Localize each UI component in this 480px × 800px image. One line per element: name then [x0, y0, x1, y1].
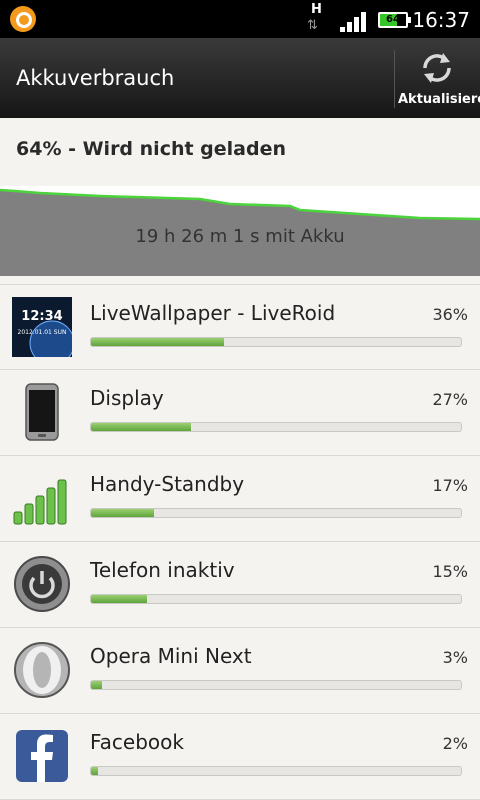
refresh-button[interactable]: Aktualisieren [396, 38, 480, 118]
list-item-livewallpaper[interactable]: 12:34 2012.01.01 SUN LiveWallpaper - Liv… [0, 284, 480, 370]
usage-bar [90, 337, 462, 347]
page-title: Akkuverbrauch [16, 66, 175, 90]
battery-icon: 64 [378, 12, 411, 28]
list-item-display[interactable]: Display 27% [0, 370, 480, 456]
signal-strength-icon [340, 10, 370, 32]
battery-graph-label: 19 h 26 m 1 s mit Akku [135, 226, 345, 247]
action-bar: Akkuverbrauch Aktualisieren [0, 38, 480, 118]
usage-bar-fill [91, 681, 103, 689]
usage-bar-fill [91, 595, 147, 603]
wallpaper-date: 2012.01.01 SUN [18, 329, 67, 336]
app-name: Telefon inaktiv [90, 558, 235, 582]
usage-bar-fill [91, 423, 191, 431]
app-name: LiveWallpaper - LiveRoid [90, 301, 336, 325]
list-item-handy-standby[interactable]: Handy-Standby 17% [0, 456, 480, 542]
status-bar: H ⇅ 64 16:37 [0, 0, 480, 38]
list-item-opera-mini[interactable]: Opera Mini Next 3% [0, 628, 480, 714]
refresh-label: Aktualisieren [398, 92, 480, 107]
app-percent: 27% [432, 390, 468, 409]
battery-graph[interactable]: 19 h 26 m 1 s mit Akku [0, 186, 480, 276]
app-name: Facebook [90, 730, 184, 754]
list-item-telefon-inaktiv[interactable]: Telefon inaktiv 15% [0, 542, 480, 628]
action-divider [394, 50, 395, 108]
battery-status-text: 64% - Wird nicht geladen [16, 138, 287, 160]
usage-bar [90, 766, 462, 776]
usage-bar-fill [91, 767, 99, 775]
usage-bar-fill [91, 338, 225, 346]
usage-bar [90, 594, 462, 604]
signal-bars-icon [13, 479, 67, 525]
facebook-icon [16, 730, 68, 782]
app-percent: 17% [432, 476, 468, 495]
network-type-label: H [311, 2, 322, 17]
notification-icon[interactable] [10, 6, 36, 32]
wallpaper-time: 12:34 [21, 309, 62, 324]
app-percent: 36% [432, 305, 468, 324]
battery-level: 64 [386, 14, 400, 25]
power-icon [14, 556, 70, 612]
usage-bar [90, 422, 462, 432]
opera-icon [14, 642, 70, 698]
refresh-icon [423, 53, 451, 83]
app-name: Display [90, 386, 164, 410]
usage-bar [90, 508, 462, 518]
list-item-facebook[interactable]: Facebook 2% [0, 714, 480, 800]
usage-list: 12:34 2012.01.01 SUN LiveWallpaper - Liv… [0, 276, 480, 800]
clock: 16:37 [412, 8, 470, 32]
app-name: Handy-Standby [90, 472, 245, 496]
battery-graph-area [0, 186, 480, 219]
live-wallpaper-icon: 12:34 2012.01.01 SUN [12, 297, 72, 357]
display-icon [25, 383, 59, 441]
app-percent: 15% [432, 562, 468, 581]
usage-bar-fill [91, 509, 154, 517]
app-percent: 2% [442, 734, 468, 753]
app-percent: 3% [442, 648, 468, 667]
usage-bar [90, 680, 462, 690]
data-activity-icon: ⇅ [307, 18, 318, 33]
app-name: Opera Mini Next [90, 644, 252, 668]
battery-status-row: 64% - Wird nicht geladen [0, 118, 480, 186]
